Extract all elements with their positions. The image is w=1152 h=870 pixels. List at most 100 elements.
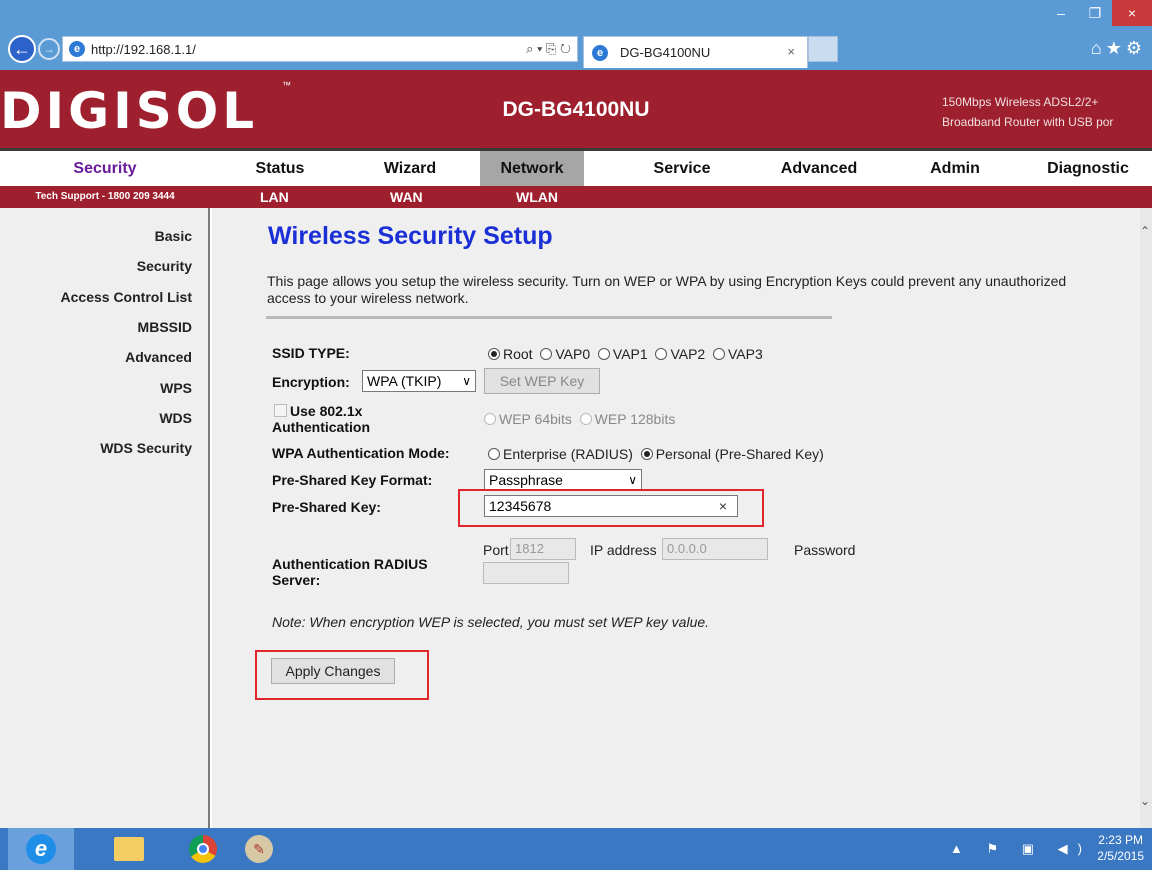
psk-format-label: Pre-Shared Key Format:	[272, 472, 433, 488]
taskbar-ie-button[interactable]: e	[8, 828, 74, 870]
wpa-auth-mode-radios: Enterprise (RADIUS) Personal (Pre-Shared…	[488, 446, 824, 462]
close-window-button[interactable]: ×	[1112, 0, 1152, 26]
radius-port-input[interactable]: 1812	[510, 538, 576, 560]
home-favorites-settings-icons[interactable]: ⌂★⚙	[1091, 38, 1146, 59]
chevron-down-icon: ∨	[462, 374, 471, 388]
radio-vap1[interactable]	[597, 348, 610, 360]
nav-wizard[interactable]: Wizard	[370, 151, 450, 186]
folder-icon	[114, 837, 144, 861]
restore-button[interactable]: ❐	[1078, 0, 1112, 26]
taskbar-explorer-button[interactable]	[96, 828, 162, 870]
nav-network[interactable]: Network	[480, 151, 584, 186]
psk-highlight-box	[458, 489, 764, 527]
sidebar-item-basic[interactable]: Basic	[155, 228, 192, 244]
psk-format-select[interactable]: Passphrase ∨	[484, 469, 642, 491]
sidebar-item-wds[interactable]: WDS	[159, 410, 192, 426]
system-tray-icons[interactable]: ▲ ⚑ ▣ ◀)	[950, 841, 1092, 857]
main-content: Wireless Security Setup This page allows…	[212, 208, 1140, 828]
new-tab-button[interactable]	[808, 36, 838, 62]
nav-status[interactable]: Status	[240, 151, 320, 186]
radio-vap0[interactable]	[540, 348, 553, 360]
radio-wep-128-label: WEP 128bits	[594, 411, 676, 427]
search-refresh-icons[interactable]: ⌕ ▾ ⎘ ↻	[526, 41, 571, 57]
scroll-up-icon[interactable]: ⌃	[1140, 224, 1150, 238]
taskbar-paint-button[interactable]: ✎	[226, 828, 292, 870]
address-bar[interactable]: e http://192.168.1.1/ ⌕ ▾ ⎘ ↻	[62, 36, 578, 62]
radius-label-1: Authentication RADIUS	[272, 556, 428, 572]
tab-title: DG-BG4100NU	[620, 45, 711, 60]
back-button[interactable]: ←	[8, 35, 36, 63]
radio-personal-label: Personal (Pre-Shared Key)	[655, 446, 824, 462]
subnav-lan[interactable]: LAN	[260, 186, 289, 208]
radius-port-label: Port	[483, 542, 509, 558]
set-wep-key-button[interactable]: Set WEP Key	[484, 368, 600, 394]
clock-date: 2/5/2015	[1097, 849, 1144, 863]
vertical-scrollbar[interactable]	[1140, 208, 1152, 828]
tagline-line-2: Broadband Router with USB por	[942, 115, 1114, 129]
sidebar-item-security[interactable]: Security	[137, 258, 192, 274]
windows-taskbar: e ✎ ▲ ⚑ ▣ ◀) 2:23 PM 2/5/2015	[0, 828, 1152, 870]
forward-button[interactable]: →	[38, 38, 60, 60]
site-header: DIGISOL ™ DG-BG4100NU 150Mbps Wireless A…	[0, 70, 1152, 148]
browser-toolbar: – ❐ × ← → e http://192.168.1.1/ ⌕ ▾ ⎘ ↻ …	[0, 0, 1152, 70]
clock-time: 2:23 PM	[1098, 833, 1143, 847]
radio-vap1-label: VAP1	[612, 346, 648, 362]
sidebar-item-mbssid[interactable]: MBSSID	[138, 319, 192, 335]
radius-ip-input[interactable]: 0.0.0.0	[662, 538, 768, 560]
browser-tab[interactable]: e DG-BG4100NU ×	[583, 36, 808, 68]
apply-highlight-box	[255, 650, 429, 700]
ssid-type-label: SSID TYPE:	[272, 345, 350, 361]
sidebar: Basic Security Access Control List MBSSI…	[0, 208, 210, 828]
radius-password-input[interactable]	[483, 562, 569, 584]
subnav-wlan[interactable]: WLAN	[516, 186, 558, 208]
taskbar-clock[interactable]: 2:23 PM 2/5/2015	[1097, 832, 1144, 864]
nav-advanced[interactable]: Advanced	[772, 151, 866, 186]
window-controls: – ❐ ×	[1044, 0, 1152, 26]
encryption-select[interactable]: WPA (TKIP) ∨	[362, 370, 476, 392]
radio-wep-64[interactable]	[484, 413, 496, 425]
radio-wep-128[interactable]	[579, 413, 592, 425]
radio-vap2-label: VAP2	[670, 346, 706, 362]
nav-section-title: Security	[73, 160, 137, 177]
nav-admin[interactable]: Admin	[918, 151, 992, 186]
psk-label: Pre-Shared Key:	[272, 499, 381, 515]
sidebar-item-wds-security[interactable]: WDS Security	[100, 440, 192, 456]
wep-key-length-radios: WEP 64bits WEP 128bits	[484, 411, 675, 427]
sidebar-item-access-control-list[interactable]: Access Control List	[61, 289, 192, 305]
nav-diagnostic[interactable]: Diagnostic	[1036, 151, 1140, 186]
radio-enterprise-label: Enterprise (RADIUS)	[503, 446, 633, 462]
radius-label-2: Server:	[272, 572, 321, 588]
scroll-down-icon[interactable]: ⌄	[1140, 794, 1150, 808]
radio-root-label: Root	[503, 346, 533, 362]
radio-wep-64-label: WEP 64bits	[499, 411, 572, 427]
radio-personal[interactable]	[640, 448, 653, 460]
url-text[interactable]: http://192.168.1.1/	[91, 42, 196, 57]
tab-close-icon[interactable]: ×	[787, 44, 795, 59]
subnav-wan[interactable]: WAN	[390, 186, 423, 208]
internet-explorer-icon: e	[26, 834, 56, 864]
use-8021x-checkbox[interactable]	[274, 404, 287, 417]
sidebar-item-advanced[interactable]: Advanced	[125, 349, 192, 365]
tech-support: Tech Support - 1800 209 3444	[35, 191, 175, 202]
use-8021x-label-2: Authentication	[272, 419, 370, 435]
radio-vap3[interactable]	[713, 348, 725, 360]
sidebar-item-wps[interactable]: WPS	[160, 380, 192, 396]
trademark-mark: ™	[282, 80, 291, 90]
page-description: This page allows you setup the wireless …	[267, 273, 1067, 306]
radio-enterprise[interactable]	[488, 448, 500, 460]
tagline-line-1: 150Mbps Wireless ADSL2/2+	[942, 95, 1099, 109]
radio-root[interactable]	[488, 348, 500, 360]
encryption-label: Encryption:	[272, 374, 350, 390]
main-nav: Security Status Wizard Network Service A…	[0, 148, 1152, 186]
minimize-button[interactable]: –	[1044, 0, 1078, 26]
sub-nav: Tech Support - 1800 209 3444 LAN WAN WLA…	[0, 186, 1152, 208]
radius-ip-label: IP address	[590, 542, 657, 558]
radio-vap2[interactable]	[655, 348, 668, 360]
encryption-select-value: WPA (TKIP)	[367, 373, 442, 389]
page-title: Wireless Security Setup	[268, 222, 553, 250]
chevron-down-icon: ∨	[628, 473, 637, 487]
psk-format-select-value: Passphrase	[489, 472, 563, 488]
nav-service[interactable]: Service	[640, 151, 724, 186]
tab-ie-icon: e	[592, 44, 608, 61]
chrome-icon	[189, 835, 217, 863]
